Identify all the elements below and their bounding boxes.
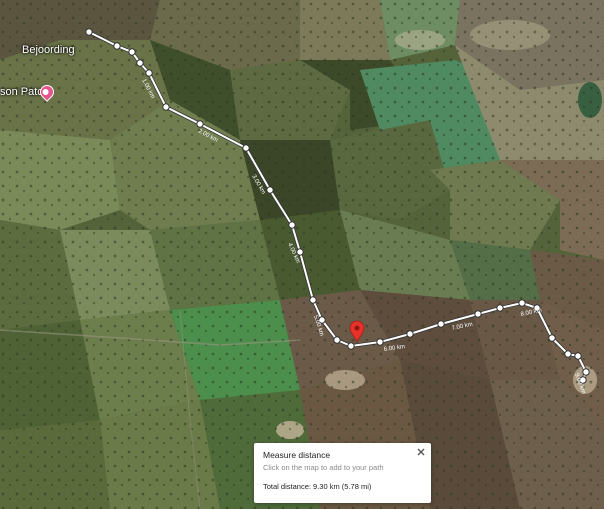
- route-vertex[interactable]: [574, 352, 582, 360]
- route-vertex[interactable]: [145, 69, 153, 77]
- route-vertex[interactable]: [406, 330, 414, 338]
- total-distance-label: Total distance:: [263, 482, 311, 491]
- measure-hint: Click on the map to add to your path: [263, 463, 384, 472]
- route-vertex[interactable]: [113, 42, 121, 50]
- route-vertex[interactable]: [242, 144, 250, 152]
- route-vertex[interactable]: [437, 320, 445, 328]
- total-distance: Total distance: 9.30 km (5.78 mi): [263, 482, 422, 491]
- route-vertex[interactable]: [518, 299, 526, 307]
- route-vertex[interactable]: [162, 103, 170, 111]
- measure-distance-panel: Measure distance Click on the map to add…: [254, 443, 431, 503]
- route-vertex[interactable]: [309, 296, 317, 304]
- route-vertex[interactable]: [85, 28, 93, 36]
- route-vertex[interactable]: [288, 221, 296, 229]
- route-vertex[interactable]: [564, 350, 572, 358]
- route-vertex[interactable]: [548, 334, 556, 342]
- route-vertex[interactable]: [347, 342, 355, 350]
- route-vertex[interactable]: [582, 368, 590, 376]
- route-vertex[interactable]: [128, 48, 136, 56]
- route-vertex[interactable]: [376, 338, 384, 346]
- route-vertex[interactable]: [136, 59, 144, 67]
- route-vertex[interactable]: [333, 336, 341, 344]
- place-label-bejoording: Bejoording: [22, 44, 75, 56]
- satellite-map[interactable]: 1.00 km2.00 km3.00 km4.00 km5.00 km6.00 …: [0, 0, 604, 509]
- route-vertex[interactable]: [496, 304, 504, 312]
- close-icon[interactable]: [415, 446, 427, 458]
- total-distance-value: 9.30 km (5.78 mi): [313, 482, 372, 491]
- route-vertex[interactable]: [266, 186, 274, 194]
- route-vertex[interactable]: [474, 310, 482, 318]
- route-vertex[interactable]: [196, 120, 204, 128]
- measure-title: Measure distance: [263, 450, 331, 460]
